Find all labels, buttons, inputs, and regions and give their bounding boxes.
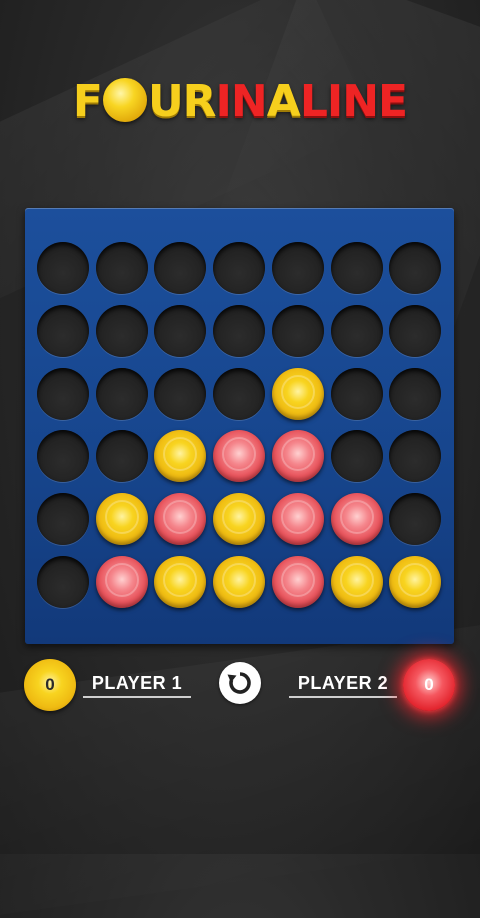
red-disc[interactable]: [154, 493, 207, 546]
empty-slot[interactable]: [330, 304, 383, 357]
restart-button[interactable]: [219, 662, 261, 704]
yellow-disc[interactable]: [271, 367, 324, 420]
yellow-disc[interactable]: [213, 493, 266, 546]
yellow-disc[interactable]: [154, 430, 207, 483]
red-disc[interactable]: [213, 430, 266, 483]
empty-slot[interactable]: [37, 430, 89, 483]
yellow-disc[interactable]: [213, 556, 266, 608]
empty-slot[interactable]: [271, 304, 324, 357]
red-disc[interactable]: [271, 556, 324, 608]
yellow-disc[interactable]: [95, 493, 148, 546]
empty-slot[interactable]: [389, 430, 442, 483]
empty-slot[interactable]: [154, 304, 207, 357]
logo-text-f: F: [72, 76, 103, 127]
logo-text-ur: UR: [147, 76, 217, 127]
game-logo: F URINALINE: [0, 72, 480, 132]
restart-icon: [227, 672, 251, 694]
empty-slot[interactable]: [95, 367, 148, 420]
yellow-disc[interactable]: [389, 556, 442, 608]
player-1-score-disc: 0: [24, 659, 76, 711]
logo-text-a: A: [266, 76, 301, 127]
yellow-disc[interactable]: [330, 556, 383, 608]
red-disc[interactable]: [271, 430, 324, 483]
empty-slot[interactable]: [213, 242, 266, 294]
player-1-name: PLAYER 1: [83, 672, 191, 698]
empty-slot[interactable]: [95, 430, 148, 483]
empty-slot[interactable]: [213, 367, 266, 420]
logo-text-line: LINE: [299, 76, 408, 127]
empty-slot[interactable]: [389, 367, 442, 420]
empty-slot[interactable]: [389, 493, 442, 546]
empty-slot[interactable]: [389, 242, 442, 294]
red-disc[interactable]: [95, 556, 148, 608]
red-disc[interactable]: [330, 493, 383, 546]
empty-slot[interactable]: [330, 367, 383, 420]
empty-slot[interactable]: [37, 304, 89, 357]
game-board[interactable]: [25, 208, 454, 644]
empty-slot[interactable]: [213, 304, 266, 357]
red-disc[interactable]: [271, 493, 324, 546]
empty-slot[interactable]: [95, 242, 148, 294]
logo-disc-o-icon: [102, 78, 147, 122]
empty-slot[interactable]: [95, 304, 148, 357]
empty-slot[interactable]: [37, 493, 89, 546]
empty-slot[interactable]: [37, 367, 89, 420]
empty-slot[interactable]: [330, 242, 383, 294]
player-2-score-disc: 0: [403, 659, 455, 711]
player-2-name: PLAYER 2: [289, 672, 397, 698]
yellow-disc[interactable]: [154, 556, 207, 608]
empty-slot[interactable]: [330, 430, 383, 483]
empty-slot[interactable]: [37, 242, 89, 294]
empty-slot[interactable]: [37, 556, 89, 608]
empty-slot[interactable]: [154, 242, 207, 294]
logo-text-in: IN: [215, 76, 268, 127]
empty-slot[interactable]: [271, 242, 324, 294]
empty-slot[interactable]: [389, 304, 442, 357]
empty-slot[interactable]: [154, 367, 207, 420]
